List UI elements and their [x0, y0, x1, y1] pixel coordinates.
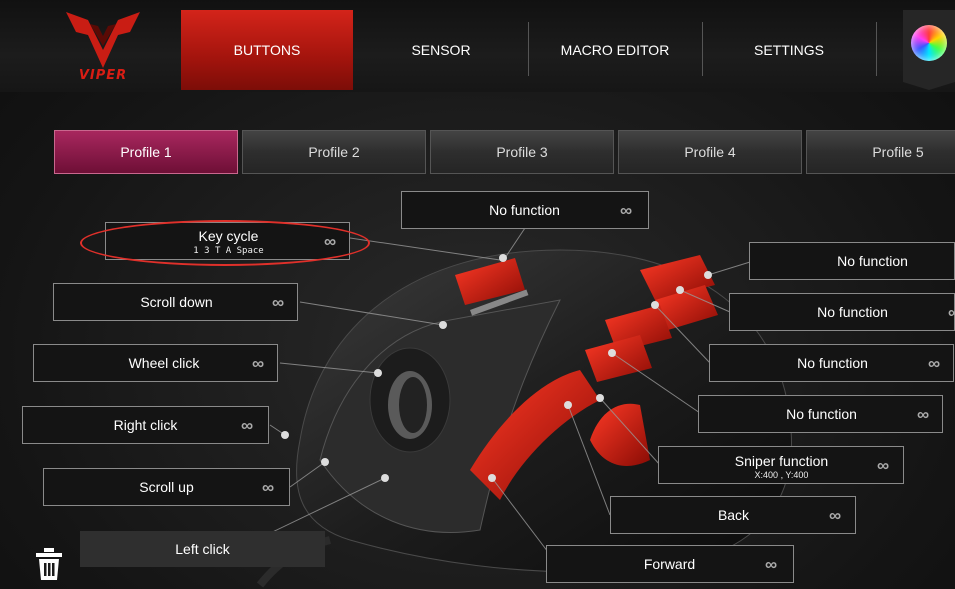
tab-sensor[interactable]: SENSOR [355, 10, 527, 90]
profile-2-label: Profile 2 [308, 144, 360, 160]
right-click-label: Right click [113, 417, 178, 433]
infinity-link-icon[interactable]: ∞ [241, 416, 253, 436]
button-top-label: No function [489, 202, 560, 218]
side-1-label: No function [837, 253, 908, 269]
button-side-2[interactable]: No function ∞ [729, 293, 955, 331]
tab-macro-editor[interactable]: MACRO EDITOR [529, 10, 701, 90]
button-scroll-down[interactable]: Scroll down ∞ [53, 283, 298, 321]
button-side-1[interactable]: No function [749, 242, 955, 280]
viper-logo: VIPER [58, 10, 148, 88]
infinity-link-icon[interactable]: ∞ [765, 555, 777, 575]
infinity-link-icon[interactable]: ∞ [877, 456, 889, 476]
infinity-link-icon[interactable]: ∞ [948, 303, 955, 323]
forward-label: Forward [643, 556, 696, 572]
infinity-link-icon[interactable]: ∞ [272, 293, 284, 313]
infinity-link-icon[interactable]: ∞ [928, 354, 940, 374]
button-left-click[interactable]: Left click [80, 531, 325, 567]
back-label: Back [717, 507, 750, 523]
button-back[interactable]: Back ∞ [610, 496, 856, 534]
top-nav: VIPER BUTTONS SENSOR MACRO EDITOR SETTIN… [0, 0, 955, 92]
profile-1-tab[interactable]: Profile 1 [54, 130, 238, 174]
button-top-function[interactable]: No function ∞ [401, 191, 649, 229]
side-4-label: No function [786, 406, 857, 422]
button-forward[interactable]: Forward ∞ [546, 545, 794, 583]
side-3-label: No function [797, 355, 868, 371]
viper-logo-icon [66, 12, 140, 68]
infinity-link-icon[interactable]: ∞ [252, 354, 264, 374]
scroll-down-label: Scroll down [140, 294, 213, 310]
profile-5-tab[interactable]: Profile 5 [806, 130, 955, 174]
profile-3-tab[interactable]: Profile 3 [430, 130, 614, 174]
profile-4-tab[interactable]: Profile 4 [618, 130, 802, 174]
tab-divider [876, 22, 877, 76]
tab-buttons-label: BUTTONS [233, 42, 301, 58]
logo-text: VIPER [78, 68, 128, 83]
scroll-up-label: Scroll up [139, 479, 194, 495]
sniper-label: Sniper function [734, 453, 829, 469]
tab-sensor-label: SENSOR [411, 42, 471, 58]
profile-5-label: Profile 5 [872, 144, 924, 160]
infinity-link-icon[interactable]: ∞ [829, 506, 841, 526]
profile-4-label: Profile 4 [684, 144, 736, 160]
profile-1-label: Profile 1 [120, 144, 172, 160]
button-sniper[interactable]: Sniper function X:400 , Y:400 ∞ [658, 446, 904, 484]
sniper-detail: X:400 , Y:400 [754, 470, 809, 480]
tab-settings[interactable]: SETTINGS [703, 10, 875, 90]
tab-buttons[interactable]: BUTTONS [181, 10, 353, 90]
tab-settings-label: SETTINGS [753, 42, 824, 58]
side-2-label: No function [817, 304, 888, 320]
profile-2-tab[interactable]: Profile 2 [242, 130, 426, 174]
profile-3-label: Profile 3 [496, 144, 548, 160]
infinity-link-icon[interactable]: ∞ [620, 201, 632, 221]
button-wheel-click[interactable]: Wheel click ∞ [33, 344, 278, 382]
app-frame: VIPER BUTTONS SENSOR MACRO EDITOR SETTIN… [0, 0, 955, 589]
infinity-link-icon[interactable]: ∞ [262, 478, 274, 498]
lighting-button[interactable] [903, 10, 955, 90]
highlight-annotation [80, 220, 370, 266]
button-scroll-up[interactable]: Scroll up ∞ [43, 468, 290, 506]
left-click-label: Left click [175, 541, 230, 557]
color-wheel-icon [911, 25, 947, 61]
tab-macro-editor-label: MACRO EDITOR [560, 42, 670, 58]
button-side-3[interactable]: No function ∞ [709, 344, 954, 382]
button-right-click[interactable]: Right click ∞ [22, 406, 269, 444]
infinity-link-icon[interactable]: ∞ [917, 405, 929, 425]
button-side-4[interactable]: No function ∞ [698, 395, 943, 433]
trash-icon[interactable] [36, 548, 62, 580]
